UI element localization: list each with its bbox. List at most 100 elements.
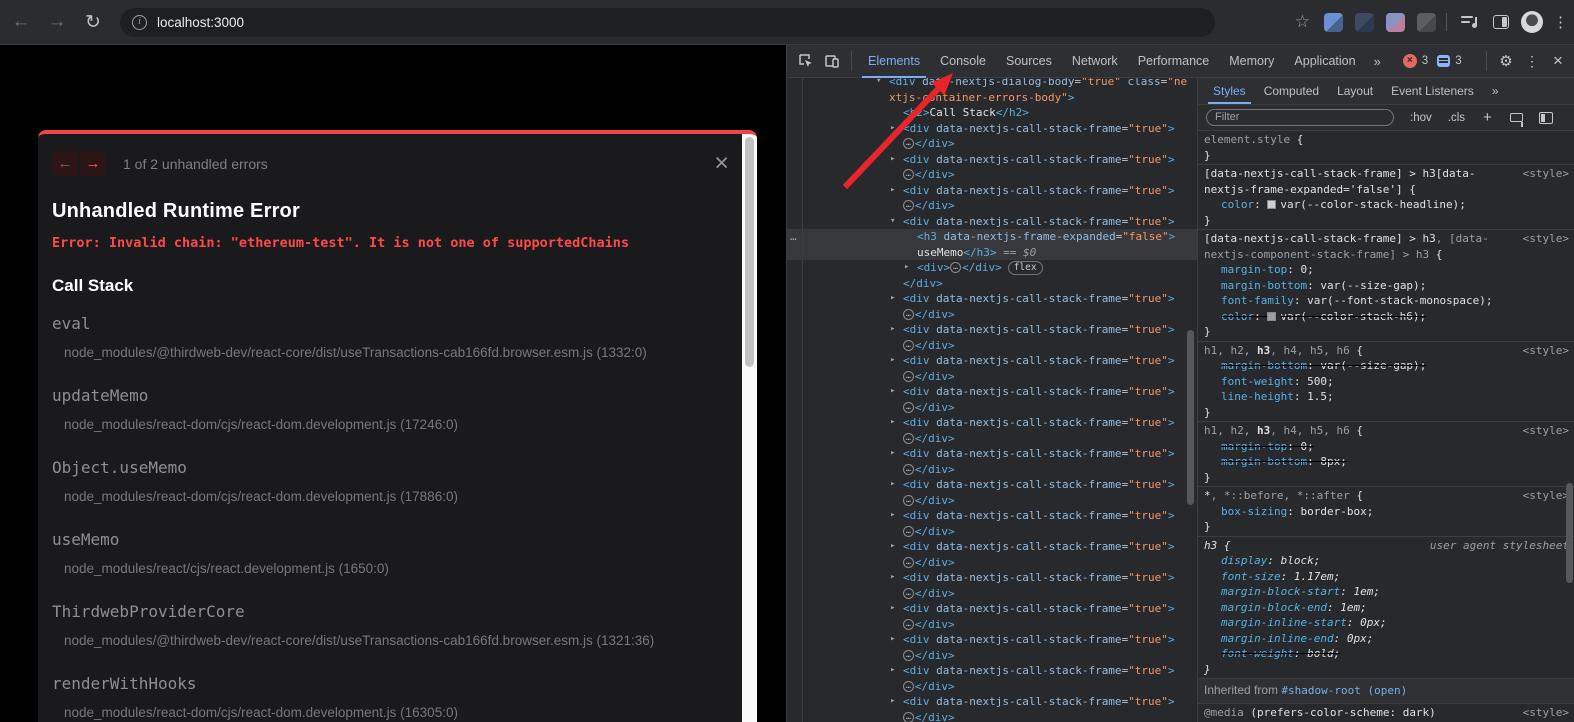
- dom-tree-line[interactable]: </div>: [787, 276, 1197, 292]
- browser-menu-icon[interactable]: ⋮: [1553, 13, 1568, 31]
- dom-tree-line[interactable]: …<h3 data-nextjs-frame-expanded="false">: [787, 229, 1197, 245]
- dom-tree-line[interactable]: ▾<div data-nextjs-dialog-body="true" cla…: [787, 78, 1197, 90]
- dom-tree-line[interactable]: ▸<div data-nextjs-call-stack-frame="true…: [787, 446, 1197, 462]
- expand-arrow-icon[interactable]: ▸: [890, 663, 895, 679]
- expand-arrow-icon[interactable]: ▸: [890, 183, 895, 199]
- bookmark-star-icon[interactable]: ☆: [1295, 12, 1310, 32]
- css-declaration[interactable]: font-size: 1.17em;: [1204, 569, 1569, 585]
- extension-icon-1[interactable]: [1324, 13, 1343, 32]
- reload-icon[interactable]: ↻: [78, 7, 108, 37]
- dom-tree-line[interactable]: …</div>: [787, 136, 1197, 152]
- tree-scrollbar-thumb[interactable]: [1187, 330, 1194, 505]
- expand-arrow-icon[interactable]: ▸: [890, 152, 895, 168]
- close-dialog-icon[interactable]: ×: [714, 152, 729, 174]
- devtools-tab-memory[interactable]: Memory: [1219, 45, 1284, 78]
- dom-tree-line[interactable]: ▸<div data-nextjs-call-stack-frame="true…: [787, 121, 1197, 137]
- expand-arrow-icon[interactable]: ▸: [890, 477, 895, 493]
- extension-icon-2[interactable]: [1355, 13, 1374, 32]
- css-declaration[interactable]: box-sizing: border-box;: [1204, 504, 1569, 520]
- dialog-scrollbar[interactable]: [742, 134, 757, 722]
- expand-arrow-icon[interactable]: ▸: [890, 353, 895, 369]
- expand-arrow-icon[interactable]: ▸: [904, 260, 909, 276]
- rule-origin[interactable]: <style>: [1523, 166, 1569, 182]
- next-error-button[interactable]: →: [80, 151, 106, 176]
- extension-icon-3[interactable]: [1386, 13, 1405, 32]
- dom-tree-line[interactable]: …</div>: [787, 462, 1197, 478]
- call-stack-frame[interactable]: updateMemonode_modules/react-dom/cjs/rea…: [52, 386, 713, 432]
- url-text[interactable]: localhost:3000: [157, 15, 244, 30]
- console-message-badge-icon[interactable]: [1437, 55, 1450, 67]
- dom-tree-line[interactable]: ▸<div>…</div>flex: [787, 260, 1197, 276]
- call-stack-frame[interactable]: renderWithHooksnode_modules/react-dom/cj…: [52, 674, 713, 720]
- dom-tree-line[interactable]: ▸<div data-nextjs-call-stack-frame="true…: [787, 183, 1197, 199]
- dom-tree-line[interactable]: ▸<div data-nextjs-call-stack-frame="true…: [787, 152, 1197, 168]
- collapsed-content-icon[interactable]: …: [903, 402, 914, 413]
- filter-input[interactable]: Filter: [1206, 109, 1394, 126]
- flex-adorner-badge[interactable]: flex: [1008, 261, 1043, 275]
- dom-tree-line[interactable]: ▸<div data-nextjs-call-stack-frame="true…: [787, 663, 1197, 679]
- toggle-element-state-button[interactable]: :hov: [1410, 112, 1432, 124]
- collapsed-content-icon[interactable]: …: [903, 138, 914, 149]
- css-declaration[interactable]: margin-inline-start: 0px;: [1204, 615, 1569, 631]
- dom-tree-line[interactable]: ▸<div data-nextjs-call-stack-frame="true…: [787, 539, 1197, 555]
- collapsed-content-icon[interactable]: …: [950, 262, 961, 273]
- collapsed-content-icon[interactable]: …: [903, 309, 914, 320]
- collapsed-content-icon[interactable]: …: [903, 619, 914, 630]
- devtools-tab-performance[interactable]: Performance: [1128, 45, 1220, 78]
- collapsed-content-icon[interactable]: …: [903, 200, 914, 211]
- rule-origin[interactable]: <style>: [1523, 488, 1569, 504]
- css-declaration[interactable]: font-weight: 500;: [1204, 374, 1569, 390]
- sidebar-tab-layout[interactable]: Layout: [1328, 78, 1382, 104]
- dom-tree-line[interactable]: ▸<div data-nextjs-call-stack-frame="true…: [787, 632, 1197, 648]
- side-panel-icon[interactable]: [1489, 10, 1513, 34]
- css-declaration[interactable]: margin-block-end: 1em;: [1204, 600, 1569, 616]
- css-declaration[interactable]: margin-top: 0;: [1204, 439, 1569, 455]
- dom-tree-line[interactable]: …</div>: [787, 431, 1197, 447]
- address-bar[interactable]: i localhost:3000: [120, 8, 1215, 37]
- collapsed-content-icon[interactable]: …: [903, 495, 914, 506]
- css-declaration[interactable]: color: var(--color-stack-h6);: [1204, 309, 1569, 325]
- css-declaration[interactable]: margin-top: 0;: [1204, 262, 1569, 278]
- more-tabs-chevron[interactable]: »: [1366, 54, 1389, 69]
- expand-arrow-icon[interactable]: ▸: [890, 570, 895, 586]
- dom-tree-line[interactable]: …</div>: [787, 493, 1197, 509]
- dom-tree-line[interactable]: ▸<div data-nextjs-call-stack-frame="true…: [787, 601, 1197, 617]
- css-rule[interactable]: <style>@media (prefers-color-scheme: dar…: [1198, 704, 1574, 722]
- call-stack-frame[interactable]: ThirdwebProviderCorenode_modules/@thirdw…: [52, 602, 713, 648]
- dom-tree-line[interactable]: …</div>: [787, 198, 1197, 214]
- previous-error-button[interactable]: ←: [52, 151, 78, 176]
- inspect-element-icon[interactable]: [793, 48, 819, 74]
- css-declaration[interactable]: line-height: 1.5;: [1204, 389, 1569, 405]
- sidebar-more-chevron[interactable]: »: [1483, 78, 1508, 104]
- dom-tree-line[interactable]: …</div>: [787, 710, 1197, 722]
- expand-arrow-icon[interactable]: ▸: [890, 539, 895, 555]
- dom-tree-line[interactable]: ▾<div data-nextjs-call-stack-frame="true…: [787, 214, 1197, 230]
- device-toolbar-icon[interactable]: [819, 48, 845, 74]
- close-devtools-icon[interactable]: ×: [1545, 48, 1571, 74]
- settings-gear-icon[interactable]: ⚙: [1493, 48, 1519, 74]
- css-declaration[interactable]: display: block;: [1204, 553, 1569, 569]
- css-declaration[interactable]: margin-bottom: 8px;: [1204, 454, 1569, 470]
- call-stack-frame[interactable]: evalnode_modules/@thirdweb-dev/react-cor…: [52, 314, 713, 360]
- collapse-arrow-icon[interactable]: ▾: [890, 214, 895, 230]
- dom-tree-line[interactable]: …</div>: [787, 338, 1197, 354]
- dom-tree-line[interactable]: …</div>: [787, 679, 1197, 695]
- expand-arrow-icon[interactable]: ▸: [890, 508, 895, 524]
- dom-tree-line[interactable]: ▸<div data-nextjs-call-stack-frame="true…: [787, 322, 1197, 338]
- css-declaration[interactable]: margin-block-start: 1em;: [1204, 584, 1569, 600]
- back-icon[interactable]: ←: [6, 7, 36, 37]
- devtools-menu-icon[interactable]: ⋮: [1519, 48, 1545, 74]
- expand-arrow-icon[interactable]: ▸: [890, 415, 895, 431]
- dom-tree-line[interactable]: …</div>: [787, 586, 1197, 602]
- dom-tree-line[interactable]: ▸<div data-nextjs-call-stack-frame="true…: [787, 415, 1197, 431]
- dom-tree-line[interactable]: ▸<div data-nextjs-call-stack-frame="true…: [787, 570, 1197, 586]
- css-rule[interactable]: element.style {}: [1198, 131, 1574, 165]
- rule-origin[interactable]: <style>: [1523, 423, 1569, 439]
- dom-tree-line[interactable]: ▸<div data-nextjs-call-stack-frame="true…: [787, 694, 1197, 710]
- css-rule[interactable]: <style>h1, h2, h3, h4, h5, h6 {margin-to…: [1198, 422, 1574, 487]
- call-stack-frame[interactable]: useMemonode_modules/react/cjs/react.deve…: [52, 530, 713, 576]
- collapsed-content-icon[interactable]: …: [903, 169, 914, 180]
- sidebar-tab-event-listeners[interactable]: Event Listeners: [1382, 78, 1483, 104]
- color-swatch[interactable]: [1267, 200, 1276, 209]
- expand-arrow-icon[interactable]: ▸: [890, 121, 895, 137]
